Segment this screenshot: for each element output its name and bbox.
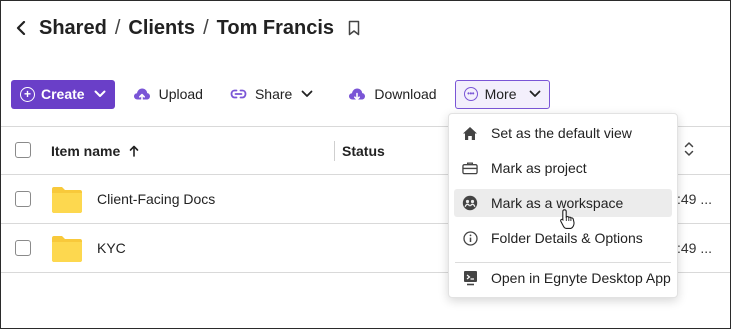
modified-date: :49 ... xyxy=(677,240,713,256)
menu-item-open-in-desktop-app[interactable]: Open in Egnyte Desktop App xyxy=(454,264,672,292)
menu-divider xyxy=(455,262,671,263)
chevron-down-icon xyxy=(301,90,313,97)
plus-icon: + xyxy=(20,86,35,102)
more-dots-icon: ••• xyxy=(463,87,478,101)
share-label: Share xyxy=(254,86,293,102)
desktop-app-icon xyxy=(462,270,478,286)
sort-toggle-icon[interactable] xyxy=(684,141,694,162)
toolbar: + Create Upload Share Download ••• More xyxy=(11,79,550,109)
bookmark-icon[interactable] xyxy=(348,20,360,36)
menu-item-set-default-view[interactable]: Set as the default view xyxy=(454,119,672,147)
folder-icon xyxy=(51,185,83,213)
column-resize-handle[interactable] xyxy=(334,141,335,161)
download-label: Download xyxy=(374,86,437,102)
folder-icon xyxy=(51,234,83,262)
breadcrumb-separator: / xyxy=(203,16,209,39)
modified-date: :49 ... xyxy=(677,191,713,207)
column-label-item-name: Item name xyxy=(51,143,121,159)
more-button[interactable]: ••• More xyxy=(454,79,550,109)
item-name-link[interactable]: Client-Facing Docs xyxy=(97,191,215,207)
chevron-left-icon[interactable] xyxy=(12,14,30,42)
upload-button[interactable]: Upload xyxy=(133,80,203,109)
chevron-down-icon xyxy=(94,90,106,97)
breadcrumb-item-shared[interactable]: Shared xyxy=(39,17,107,40)
select-all-checkbox[interactable] xyxy=(15,142,31,158)
menu-item-label: Open in Egnyte Desktop App xyxy=(491,270,671,286)
cloud-download-icon xyxy=(349,88,366,100)
breadcrumb-item-clients[interactable]: Clients xyxy=(128,17,195,40)
create-label: Create xyxy=(41,86,85,102)
row-checkbox[interactable] xyxy=(15,191,31,207)
menu-item-label: Mark as a workspace xyxy=(491,195,624,211)
sort-ascending-icon xyxy=(129,145,139,157)
column-header-item-name[interactable]: Item name xyxy=(51,143,139,159)
breadcrumb-separator: / xyxy=(114,16,121,39)
row-checkbox[interactable] xyxy=(15,240,31,256)
cloud-upload-icon xyxy=(133,88,150,101)
more-dropdown-menu: Set as the default view Mark as project … xyxy=(448,113,678,298)
upload-label: Upload xyxy=(158,86,203,102)
home-icon xyxy=(462,125,478,141)
breadcrumb: Shared / Clients / Tom Francis xyxy=(12,14,360,42)
breadcrumb-item-current: Tom Francis xyxy=(216,16,335,39)
more-label: More xyxy=(484,86,517,102)
column-header-status[interactable]: Status xyxy=(342,143,385,159)
briefcase-icon xyxy=(462,160,478,176)
chevron-down-icon xyxy=(529,90,540,97)
share-button[interactable]: Share xyxy=(230,80,321,109)
download-button[interactable]: Download xyxy=(348,80,437,109)
hand-pointer-cursor-icon xyxy=(559,208,577,235)
item-name-link[interactable]: KYC xyxy=(97,240,126,256)
workspace-icon xyxy=(462,195,478,211)
link-icon xyxy=(230,89,247,99)
create-button[interactable]: + Create xyxy=(11,79,115,109)
menu-item-label: Set as the default view xyxy=(491,125,632,141)
menu-item-label: Mark as project xyxy=(491,160,587,176)
menu-item-mark-as-project[interactable]: Mark as project xyxy=(454,154,672,182)
info-icon xyxy=(462,230,478,246)
